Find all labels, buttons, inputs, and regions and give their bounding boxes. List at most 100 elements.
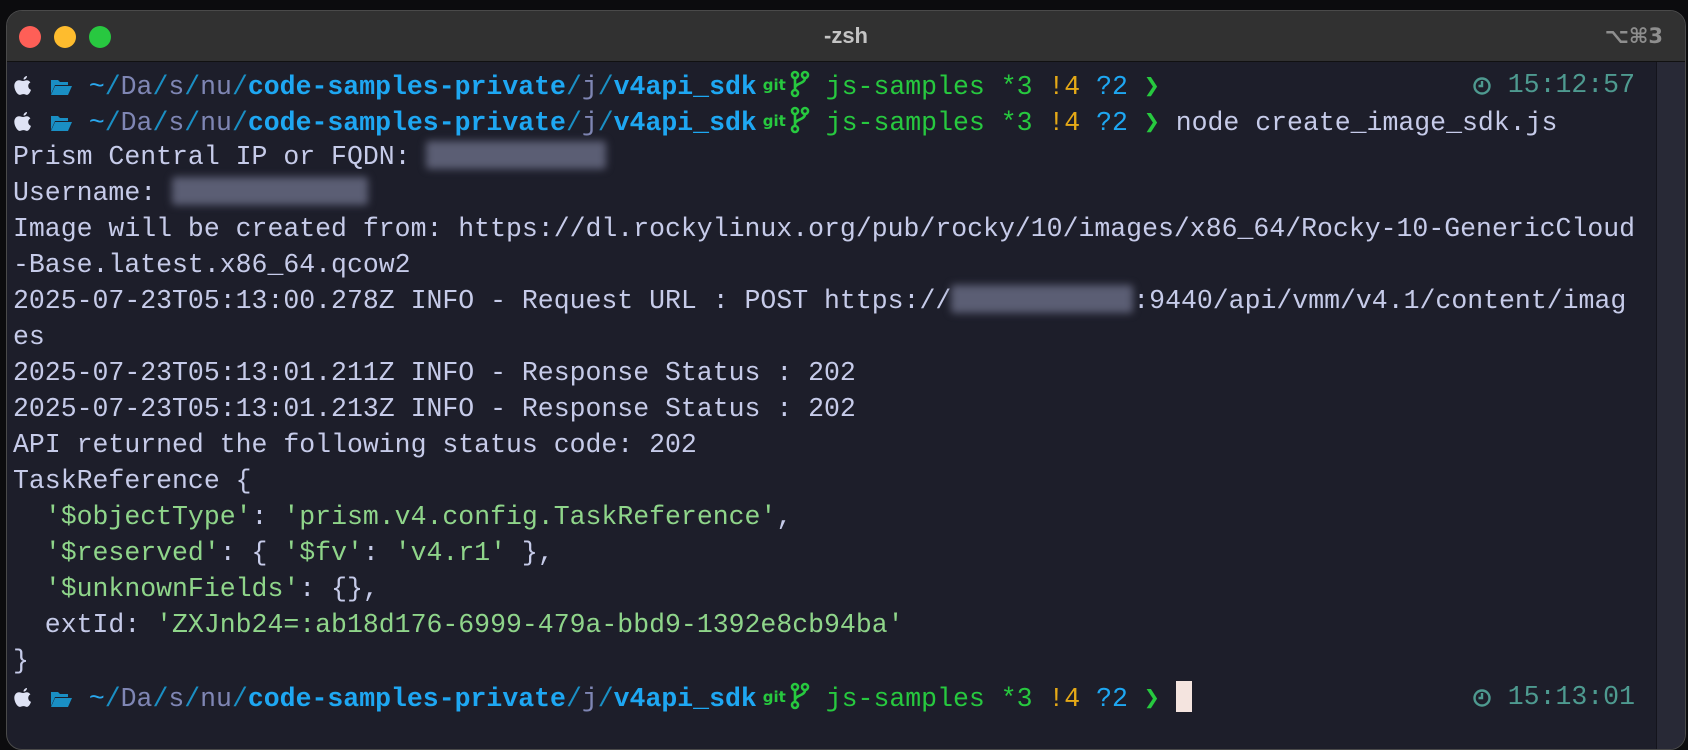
path-segment: / xyxy=(231,684,248,714)
prompt-clock: 15:13:01 xyxy=(1472,679,1635,719)
git-branch-icon xyxy=(790,682,810,721)
output-text: : xyxy=(362,538,395,568)
git-modified-count: !4 xyxy=(1048,684,1081,714)
apple-icon xyxy=(13,685,33,721)
git-branch-name: js-samples xyxy=(825,72,985,102)
tab-shortcut: ⌥⌘3 xyxy=(1604,24,1663,48)
folder-icon xyxy=(49,685,73,721)
output-line: es xyxy=(13,319,1655,355)
path-segment: v4api_sdk xyxy=(613,72,757,102)
output-text: Prism Central IP or FQDN: xyxy=(13,142,427,172)
path-segment: / xyxy=(597,684,614,714)
string-literal: '$objectType' xyxy=(44,502,252,532)
git-staged-count: *3 xyxy=(1000,72,1033,102)
prompt-line: ~/Da/s/nu/code-samples-private/j/v4api_s… xyxy=(13,103,1655,139)
output-text: 2025-07-23T05:13:01.213Z INFO - Response… xyxy=(13,394,856,424)
path-segment: / xyxy=(231,108,248,138)
string-literal: 'v4.r1' xyxy=(394,538,507,568)
output-line: -Base.latest.x86_64.qcow2 xyxy=(13,247,1655,283)
string-literal: '$fv' xyxy=(283,538,363,568)
output-text: Username: xyxy=(13,178,173,208)
path-segment: s xyxy=(168,72,185,102)
output-text: TaskReference { xyxy=(13,466,252,496)
path-segment: / xyxy=(184,108,201,138)
output-line: '$unknownFields': {}, xyxy=(13,571,1655,607)
path-segment: code-samples-private xyxy=(247,72,566,102)
output-text: :9440/api/vmm/v4.1/content/imag xyxy=(1133,286,1627,316)
path-segment: ~ xyxy=(88,108,105,138)
git-untracked-count: ?2 xyxy=(1096,684,1128,714)
path-segment: j xyxy=(581,108,598,138)
git-untracked-count: ?2 xyxy=(1096,72,1128,102)
clock-icon xyxy=(1472,71,1492,107)
string-literal: 'prism.v4.config.TaskReference' xyxy=(283,502,777,532)
prompt-time: 15:12:57 xyxy=(1507,70,1635,100)
output-text: API returned the following status code: … xyxy=(13,430,697,460)
path-segment: Da xyxy=(120,72,153,102)
git-label: git xyxy=(762,688,786,706)
prompt-path: ~/Da/s/nu/code-samples-private/j/v4api_s… xyxy=(89,72,757,102)
terminal-cursor[interactable] xyxy=(1175,681,1192,712)
output-text: es xyxy=(13,322,45,352)
terminal-output[interactable]: ~/Da/s/nu/code-samples-private/j/v4api_s… xyxy=(13,67,1655,715)
output-line: 2025-07-23T05:13:01.213Z INFO - Response… xyxy=(13,391,1655,427)
redacted-user xyxy=(172,177,369,205)
redacted-ip xyxy=(426,141,607,169)
path-segment: v4api_sdk xyxy=(613,108,757,138)
git-branch-name: js-samples xyxy=(825,684,985,714)
path-segment: j xyxy=(581,684,598,714)
output-line: Username: xyxy=(13,175,1655,211)
string-literal: '$reserved' xyxy=(44,538,220,568)
output-text: : xyxy=(251,502,284,532)
output-line: 2025-07-23T05:13:00.278Z INFO - Request … xyxy=(13,283,1655,319)
output-line: '$objectType': 'prism.v4.config.TaskRefe… xyxy=(13,499,1655,535)
path-segment: nu xyxy=(200,108,232,138)
prompt-arrow: ❯ xyxy=(1143,684,1160,714)
prompt-path: ~/Da/s/nu/code-samples-private/j/v4api_s… xyxy=(89,108,757,138)
output-text: } xyxy=(13,646,29,676)
clock-icon xyxy=(1472,683,1492,719)
path-segment: / xyxy=(152,684,169,714)
path-segment: s xyxy=(168,684,185,714)
path-segment: code-samples-private xyxy=(247,108,566,138)
path-segment: nu xyxy=(200,72,232,102)
prompt-clock: 15:12:57 xyxy=(1472,67,1635,107)
output-text: 2025-07-23T05:13:00.278Z INFO - Request … xyxy=(13,286,952,316)
output-line: extId: 'ZXJnb24=:ab18d176-6999-479a-bbd9… xyxy=(13,607,1655,643)
output-text: Image will be created from: https://dl.r… xyxy=(13,214,1636,244)
path-segment: / xyxy=(184,684,201,714)
path-segment: / xyxy=(104,108,121,138)
output-line: API returned the following status code: … xyxy=(13,427,1655,463)
path-segment: Da xyxy=(120,684,153,714)
git-label: git xyxy=(762,76,786,94)
prompt-line: ~/Da/s/nu/code-samples-private/j/v4api_s… xyxy=(13,679,1655,715)
path-segment: / xyxy=(104,684,121,714)
output-line: Image will be created from: https://dl.r… xyxy=(13,211,1655,247)
git-branch-name: js-samples xyxy=(825,108,985,138)
git-staged-count: *3 xyxy=(1000,684,1033,714)
path-segment: / xyxy=(597,72,614,102)
git-modified-count: !4 xyxy=(1048,72,1081,102)
prompt-arrow: ❯ xyxy=(1143,108,1160,138)
prompt-arrow: ❯ xyxy=(1143,72,1160,102)
output-text: : {}, xyxy=(299,574,379,604)
path-segment: / xyxy=(231,72,248,102)
path-segment: ~ xyxy=(88,72,105,102)
path-segment: / xyxy=(565,72,582,102)
path-segment: v4api_sdk xyxy=(613,684,757,714)
output-text: extId: xyxy=(13,610,157,640)
path-segment: nu xyxy=(200,684,232,714)
output-line: } xyxy=(13,643,1655,679)
git-staged-count: *3 xyxy=(1000,108,1033,138)
path-segment: ~ xyxy=(88,684,105,714)
scrollbar[interactable] xyxy=(1656,62,1685,749)
path-segment: j xyxy=(581,72,598,102)
output-line: TaskReference { xyxy=(13,463,1655,499)
git-untracked-count: ?2 xyxy=(1096,108,1128,138)
path-segment: Da xyxy=(120,108,153,138)
prompt-path: ~/Da/s/nu/code-samples-private/j/v4api_s… xyxy=(89,684,757,714)
window-title: -zsh xyxy=(824,23,868,48)
title-bar: -zsh ⌥⌘3 xyxy=(7,11,1685,62)
